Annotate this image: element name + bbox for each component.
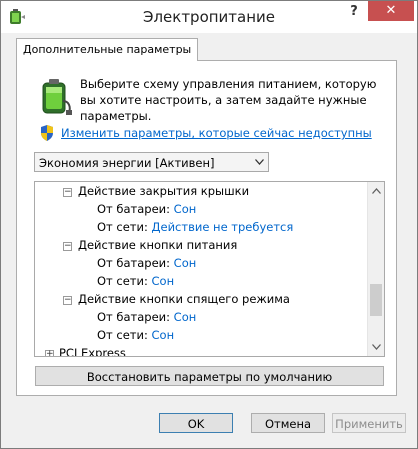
setting-value-link[interactable]: Сон <box>174 202 197 216</box>
expand-toggle[interactable]: + <box>45 350 54 356</box>
battery-plug-icon <box>42 79 72 115</box>
uac-shield-icon <box>41 125 53 141</box>
scroll-down-icon[interactable] <box>372 344 381 350</box>
apply-button[interactable]: Применить <box>332 413 406 433</box>
setting-label: От сети: <box>97 328 148 342</box>
setting-label: От батареи: <box>97 256 171 270</box>
tab-advanced-settings[interactable]: Дополнительные параметры <box>16 38 199 61</box>
setting-value-link[interactable]: Действие не требуется <box>152 220 294 234</box>
scrollbar-thumb[interactable] <box>370 284 382 316</box>
chevron-down-icon <box>255 159 264 165</box>
power-plan-value: Экономия энергии [Активен] <box>39 156 215 170</box>
setting-label: От сети: <box>97 274 148 288</box>
settings-tree[interactable]: − Действие закрытия крышки От батареи: С… <box>34 181 385 357</box>
power-plan-dropdown[interactable]: Экономия энергии [Активен] <box>34 152 269 172</box>
advanced-settings-panel: Выберите схему управления питанием, кото… <box>16 60 397 396</box>
collapse-toggle[interactable]: − <box>63 242 72 251</box>
power-options-window: Электропитание ? ✕ Дополнительные параме… <box>0 0 418 449</box>
collapse-toggle[interactable]: − <box>63 296 72 305</box>
setting-label: От батареи: <box>97 202 171 216</box>
setting-row: От сети: Действие не требуется <box>97 218 293 236</box>
cancel-button[interactable]: Отмена <box>251 413 325 433</box>
collapse-toggle[interactable]: − <box>63 188 72 197</box>
setting-row: От сети: Сон <box>97 272 174 290</box>
setting-value-link[interactable]: Сон <box>152 274 175 288</box>
help-button[interactable]: ? <box>344 4 364 24</box>
scroll-up-icon[interactable] <box>372 188 381 194</box>
tree-item-pci-express[interactable]: PCI Express <box>59 344 126 356</box>
description-text: Выберите схему управления питанием, кото… <box>80 77 377 123</box>
tree-item-lid-close-action[interactable]: Действие закрытия крышки <box>78 182 249 200</box>
change-unavailable-settings-link[interactable]: Изменить параметры, которые сейчас недос… <box>61 126 372 140</box>
setting-value-link[interactable]: Сон <box>152 328 175 342</box>
setting-row: От батареи: Сон <box>97 254 196 272</box>
restore-defaults-button[interactable]: Восстановить параметры по умолчанию <box>35 366 384 386</box>
tree-item-power-button-action[interactable]: Действие кнопки питания <box>78 236 237 254</box>
setting-row: От сети: Сон <box>97 326 174 344</box>
setting-label: От сети: <box>97 220 148 234</box>
setting-value-link[interactable]: Сон <box>174 310 197 324</box>
setting-row: От батареи: Сон <box>97 200 196 218</box>
title-bar: Электропитание ? ✕ <box>1 1 417 33</box>
tree-scrollbar[interactable] <box>367 182 384 356</box>
tree-item-sleep-button-action[interactable]: Действие кнопки спящего режима <box>78 290 290 308</box>
setting-label: От батареи: <box>97 310 171 324</box>
ok-button[interactable]: OK <box>159 413 233 433</box>
setting-row: От батареи: Сон <box>97 308 196 326</box>
setting-value-link[interactable]: Сон <box>174 256 197 270</box>
close-button[interactable]: ✕ <box>368 1 414 21</box>
